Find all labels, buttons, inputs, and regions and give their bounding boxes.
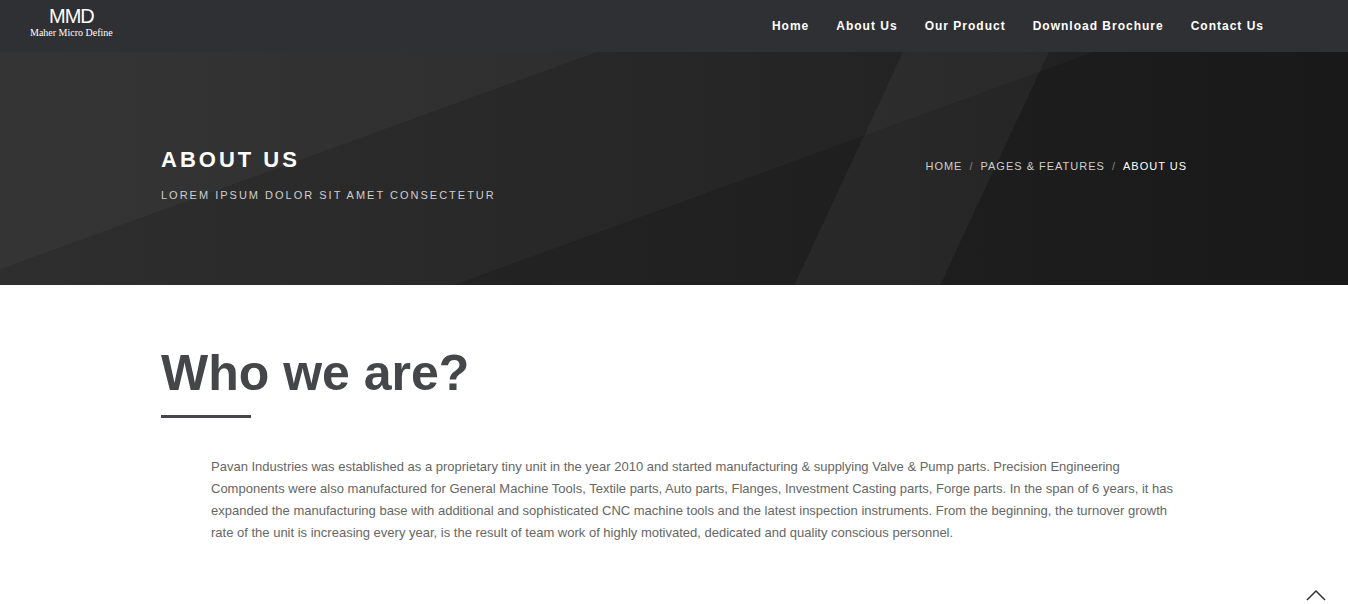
nav-item[interactable]: Download Brochure	[1033, 19, 1164, 33]
nav-item[interactable]: Our Product	[925, 19, 1006, 33]
breadcrumb-item[interactable]: PAGES & FEATURES	[981, 160, 1105, 172]
about-section: Who we are? Pavan Industries was establis…	[161, 285, 1187, 584]
logo-name: Maher Micro Define	[30, 27, 113, 39]
page: MMDMaher Micro Define Home About Us Our Pro…	[0, 0, 1348, 604]
logo[interactable]: MMDMaher Micro Define	[30, 5, 113, 39]
nav-item[interactable]: About Us	[836, 19, 897, 33]
breadcrumb: HOME / PAGES & FEATURES / ABOUT US	[925, 160, 1187, 172]
banner-title: ABOUT US	[161, 147, 496, 173]
top-bar: MMDMaher Micro Define Home About Us Our Pro…	[0, 0, 1348, 52]
section-body: Pavan Industries was established as a pr…	[161, 456, 1187, 544]
logo-mark: MMD	[49, 5, 94, 27]
nav-item[interactable]: Home	[772, 19, 809, 33]
nav-item[interactable]: Contact Us	[1191, 19, 1264, 33]
banner-subtitle: LOREM IPSUM DOLOR SIT AMET CONSECTETUR	[161, 189, 496, 201]
page-banner: ABOUT US LOREM IPSUM DOLOR SIT AMET CONSE…	[0, 52, 1348, 285]
breadcrumb-item[interactable]: HOME	[925, 160, 962, 172]
breadcrumb-item: ABOUT US	[1123, 160, 1187, 172]
scroll-top-chevron-icon[interactable]	[1305, 588, 1327, 602]
breadcrumb-separator: /	[969, 160, 973, 172]
section-heading: Who we are?	[161, 341, 1187, 405]
heading-underline	[161, 415, 251, 418]
main-nav: Home About Us Our Product Download Brochure…	[772, 19, 1264, 33]
breadcrumb-separator: /	[1112, 160, 1116, 172]
